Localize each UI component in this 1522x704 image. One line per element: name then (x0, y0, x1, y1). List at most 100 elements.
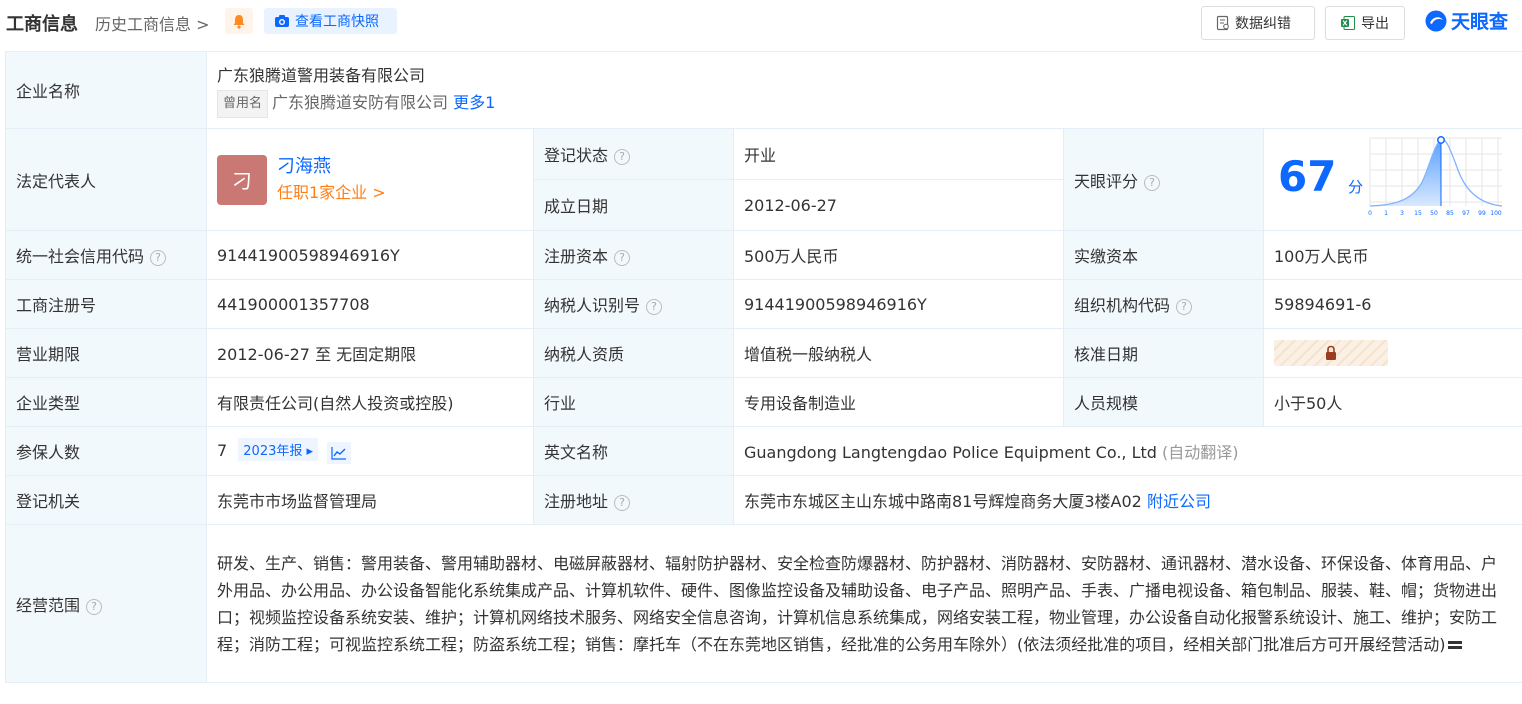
annual-report-year-select[interactable]: 2023年报 ▸ (238, 438, 319, 461)
trend-chart-icon (331, 447, 347, 460)
score-tick: 1 (1384, 210, 1388, 217)
data-correct-button[interactable]: 数据纠错 (1201, 6, 1315, 40)
help-icon[interactable]: ? (614, 495, 631, 511)
label-scope: 经营范围? (5, 524, 207, 683)
export-button[interactable]: X 导出 (1325, 6, 1405, 40)
label-company-name: 企业名称 (5, 51, 207, 129)
label-score: 天眼评分? (1063, 128, 1264, 231)
label-reg-status: 登记状态? (533, 128, 734, 180)
en-name-cell: Guangdong Langtengdao Police Equipment C… (732, 426, 1522, 476)
row-credit: 统一社会信用代码? 91441900598946916Y 注册资本? 500万人… (5, 230, 1522, 280)
insured-value: 7 (217, 441, 228, 460)
chevron-right-icon: > (367, 182, 386, 202)
company-name: 广东狼腾道警用装备有限公司 (217, 66, 426, 85)
row-reg-authority: 登记机关 东莞市市场监督管理局 注册地址? 东莞市东城区主山东城中路南81号辉煌… (5, 475, 1522, 525)
former-name: 广东狼腾道安防有限公司 (272, 93, 449, 112)
row-term: 营业期限 2012-06-27 至 无固定期限 纳税人资质 增值税一般纳税人 核… (5, 328, 1522, 378)
locked-value[interactable] (1274, 340, 1388, 366)
collapse-icon[interactable] (1447, 639, 1463, 651)
label-approve-date: 核准日期 (1063, 328, 1264, 378)
score-unit: 分 (1348, 177, 1364, 196)
excel-icon: X (1341, 16, 1355, 30)
edit-doc-icon (1216, 15, 1229, 31)
section-title: 工商信息 (6, 14, 78, 35)
row-reg-no: 工商注册号 441900001357708 纳税人识别号? 9144190059… (5, 279, 1522, 329)
en-name-value: Guangdong Langtengdao Police Equipment C… (744, 443, 1157, 462)
staff-size-value: 小于50人 (1262, 377, 1522, 427)
tax-qual-value: 增值税一般纳税人 (733, 328, 1064, 378)
score-distribution-chart: 0 1 3 15 50 85 97 99 100 (1368, 135, 1503, 217)
label-credit-code: 统一社会信用代码? (5, 230, 207, 280)
avatar[interactable]: 刁 (217, 154, 267, 205)
reg-status-value: 开业 (733, 128, 1064, 180)
legal-rep-companies-link[interactable]: 任职1家企业 > (277, 180, 386, 206)
data-correct-label: 数据纠错 (1235, 16, 1291, 32)
label-paid-capital: 实缴资本 (1063, 230, 1264, 280)
label-scope-text: 经营范围 (16, 595, 81, 615)
approve-date-cell (1262, 328, 1522, 378)
nearby-companies-link[interactable]: 附近公司 (1147, 492, 1211, 511)
score-tick: 15 (1414, 210, 1422, 217)
help-icon[interactable]: ? (1144, 174, 1161, 191)
help-icon[interactable]: ? (86, 598, 103, 615)
term-value: 2012-06-27 至 无固定期限 (206, 328, 534, 378)
reg-capital-value: 500万人民币 (733, 230, 1064, 280)
help-icon[interactable]: ? (150, 250, 167, 266)
camera-icon (275, 15, 289, 27)
row-company-name: 企业名称 广东狼腾道警用装备有限公司 曾用名 广东狼腾道安防有限公司 更多1 (5, 51, 1522, 129)
score-tick: 100 (1490, 210, 1502, 217)
former-name-tag: 曾用名 (217, 90, 269, 118)
score-tick: 3 (1400, 210, 1404, 217)
label-reg-status-text: 登记状态 (544, 146, 609, 165)
label-reg-address: 注册地址? (533, 475, 734, 525)
score-tick: 0 (1368, 210, 1372, 217)
scope-value: 研发、生产、销售：警用装备、警用辅助器材、电磁屏蔽器材、辐射防护器材、安全检查防… (217, 553, 1498, 654)
score-tick: 99 (1478, 210, 1486, 217)
label-tax-id-text: 纳税人识别号 (544, 296, 641, 315)
label-score-text: 天眼评分 (1074, 171, 1139, 191)
legal-cell: 刁 刁海燕 任职1家企业 > (206, 128, 534, 231)
credit-code-value: 91441900598946916Y (206, 230, 534, 280)
reg-no-value: 441900001357708 (206, 279, 534, 329)
row-scope: 经营范围? 研发、生产、销售：警用装备、警用辅助器材、电磁屏蔽器材、辐射防护器材… (5, 524, 1522, 683)
bell-icon (233, 14, 245, 29)
help-icon[interactable]: ? (614, 149, 631, 165)
company-type-value: 有限责任公司(自然人投资或控股) (206, 377, 534, 427)
org-code-value: 59894691-6 (1262, 279, 1522, 329)
label-staff-size: 人员规模 (1063, 377, 1264, 427)
help-icon[interactable]: ? (614, 250, 631, 266)
history-link[interactable]: 历史工商信息 > (95, 11, 210, 35)
label-org-code: 组织机构代码? (1063, 279, 1264, 329)
reg-address-value: 东莞市东城区主山东城中路南81号辉煌商务大厦3楼A02 (744, 492, 1142, 511)
label-credit-code-text: 统一社会信用代码 (16, 247, 145, 266)
found-date-value: 2012-06-27 (733, 179, 1064, 231)
lock-icon (1326, 345, 1336, 360)
legal-rep-name[interactable]: 刁海燕 (277, 154, 386, 180)
section-header: 工商信息 历史工商信息 > 查看工商快照 数据纠错 X 导出 天眼查 (0, 0, 1522, 44)
insured-trend-button[interactable] (327, 442, 352, 464)
label-legal: 法定代表人 (5, 128, 207, 231)
legal-rep-companies-label: 任职1家企业 (277, 182, 368, 202)
monitor-button[interactable] (225, 8, 253, 34)
business-info-table: 企业名称 广东狼腾道警用装备有限公司 曾用名 广东狼腾道安防有限公司 更多1 法定… (5, 51, 1522, 683)
industry-value: 专用设备制造业 (733, 377, 1064, 427)
label-found-date: 成立日期 (533, 179, 734, 231)
reg-address-cell: 东莞市东城区主山东城中路南81号辉煌商务大厦3楼A02 附近公司 (732, 475, 1522, 525)
label-reg-address-text: 注册地址 (544, 492, 609, 511)
insured-cell: 7 2023年报 ▸ (206, 426, 534, 476)
paid-capital-value: 100万人民币 (1262, 230, 1522, 280)
label-en-name: 英文名称 (533, 426, 734, 476)
label-term: 营业期限 (5, 328, 207, 378)
score-tick: 97 (1462, 210, 1470, 217)
help-icon[interactable]: ? (1176, 299, 1193, 315)
reg-authority-value: 东莞市市场监督管理局 (206, 475, 534, 525)
more-former-names-link[interactable]: 更多1 (453, 93, 495, 112)
export-label: 导出 (1361, 16, 1389, 32)
snapshot-button[interactable]: 查看工商快照 (264, 8, 397, 34)
scope-cell: 研发、生产、销售：警用装备、警用辅助器材、电磁屏蔽器材、辐射防护器材、安全检查防… (205, 524, 1522, 683)
label-insured: 参保人数 (5, 426, 207, 476)
score-cell[interactable]: 67 分 0 1 3 15 50 85 97 99 100 (1262, 128, 1522, 231)
row-company-type: 企业类型 有限责任公司(自然人投资或控股) 行业 专用设备制造业 人员规模 小于… (5, 377, 1522, 427)
score-tick: 50 (1430, 210, 1438, 217)
help-icon[interactable]: ? (646, 299, 663, 315)
